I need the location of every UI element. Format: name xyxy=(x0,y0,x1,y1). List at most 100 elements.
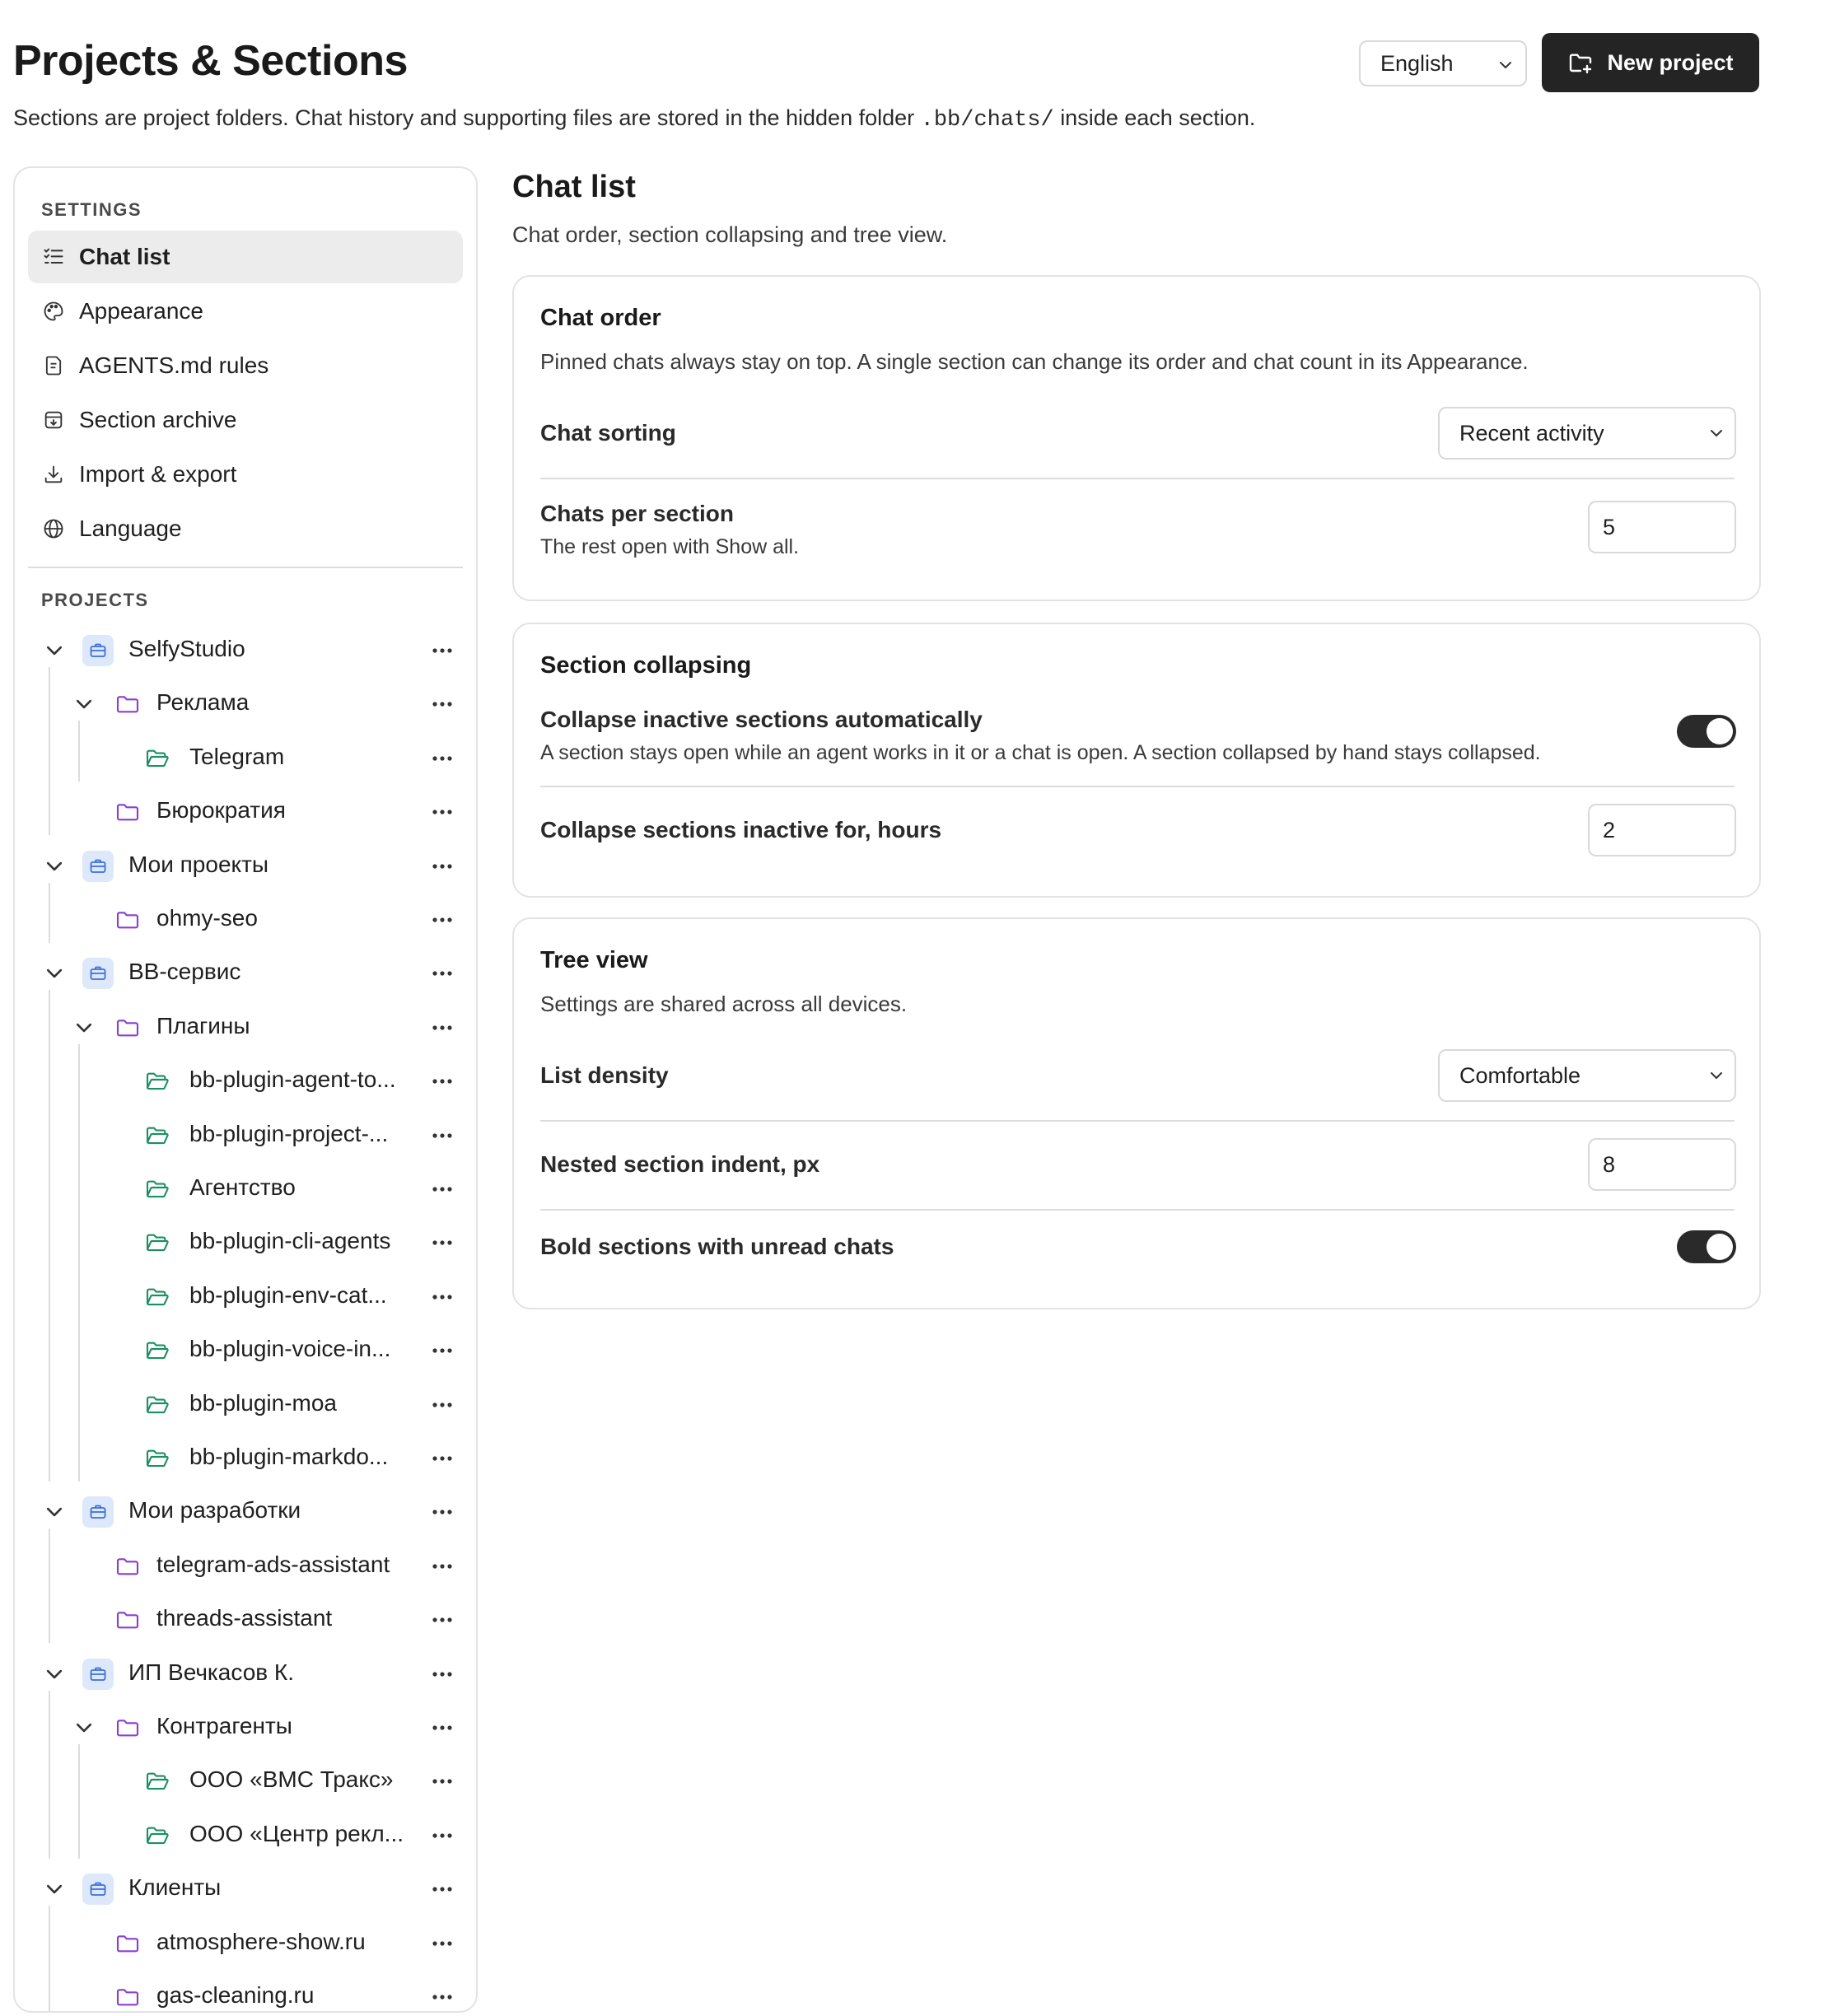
tree-section-row[interactable]: Бюрократия xyxy=(15,787,476,837)
chevron-down-icon[interactable] xyxy=(43,1500,66,1524)
folder-open-icon xyxy=(143,1444,171,1472)
tree-section-row[interactable]: ООО «Центр рекл... xyxy=(15,1811,476,1860)
more-options-icon[interactable] xyxy=(430,1446,455,1471)
tree-section-row[interactable]: Контрагенты xyxy=(15,1703,476,1752)
new-project-button[interactable]: New project xyxy=(1542,33,1759,92)
collapse-hours-label: Collapse sections inactive for, hours xyxy=(540,817,942,842)
more-options-icon[interactable] xyxy=(430,1069,455,1094)
more-options-icon[interactable] xyxy=(430,1500,455,1524)
briefcase-icon xyxy=(82,1658,114,1690)
more-options-icon[interactable] xyxy=(430,854,455,879)
more-options-icon[interactable] xyxy=(430,961,455,986)
tree-section-row[interactable]: Агентство xyxy=(15,1164,476,1214)
tree-item-label: bb-plugin-env-cat... xyxy=(189,1281,387,1308)
bold-unread-label: Bold sections with unread chats xyxy=(540,1234,894,1259)
briefcase-icon xyxy=(82,1496,114,1528)
tree-section-row[interactable]: atmosphere-show.ru xyxy=(15,1919,476,1968)
more-options-icon[interactable] xyxy=(430,1823,455,1848)
tree-project-row[interactable]: Клиенты xyxy=(15,1864,476,1914)
more-options-icon[interactable] xyxy=(430,1715,455,1740)
chevron-down-icon[interactable] xyxy=(43,639,66,662)
more-options-icon[interactable] xyxy=(430,1015,455,1040)
tree-section-row[interactable]: threads-assistant xyxy=(15,1595,476,1645)
chevron-down-icon[interactable] xyxy=(43,855,66,878)
tree-section-row[interactable]: bb-plugin-voice-in... xyxy=(15,1326,476,1375)
more-options-icon[interactable] xyxy=(430,746,455,771)
chevron-down-icon[interactable] xyxy=(72,1716,96,1739)
collapse-hours-input[interactable]: 2 xyxy=(1588,804,1736,856)
tree-item-label: bb-plugin-agent-to... xyxy=(189,1066,396,1093)
tree-item-label: Клиенты xyxy=(128,1874,222,1901)
nav-item-appearance[interactable]: Appearance xyxy=(28,285,463,338)
chevron-down-icon[interactable] xyxy=(43,1878,66,1901)
nav-item-import-export[interactable]: Import & export xyxy=(28,448,463,501)
toggle-knob xyxy=(1707,718,1733,744)
more-options-icon[interactable] xyxy=(430,800,455,824)
nav-item-label: Appearance xyxy=(79,298,204,324)
more-options-icon[interactable] xyxy=(430,1285,455,1309)
indent-input[interactable]: 8 xyxy=(1588,1138,1736,1191)
tree-section-row[interactable]: telegram-ads-assistant xyxy=(15,1542,476,1591)
more-options-icon[interactable] xyxy=(430,1608,455,1632)
more-options-icon[interactable] xyxy=(430,1230,455,1255)
more-options-icon[interactable] xyxy=(430,1985,455,2009)
tree-section-row[interactable]: gas-cleaning.ru xyxy=(15,1972,476,2011)
language-select[interactable]: English xyxy=(1359,40,1527,86)
chats-per-section-input[interactable]: 5 xyxy=(1588,501,1736,553)
more-options-icon[interactable] xyxy=(430,1877,455,1902)
chat-sorting-select[interactable]: Recent activity xyxy=(1438,407,1736,460)
more-options-icon[interactable] xyxy=(430,1177,455,1202)
more-options-icon[interactable] xyxy=(430,1769,455,1794)
tree-section-row[interactable]: Telegram xyxy=(15,734,476,783)
folder-icon xyxy=(114,1014,142,1042)
tree-section-row[interactable]: bb-plugin-markdo... xyxy=(15,1434,476,1483)
more-options-icon[interactable] xyxy=(430,1123,455,1148)
bold-unread-toggle[interactable] xyxy=(1677,1230,1736,1263)
tree-section-row[interactable]: bb-plugin-cli-agents xyxy=(15,1218,476,1267)
tree-project-row[interactable]: Мои проекты xyxy=(15,842,476,891)
list-checks-icon xyxy=(41,245,66,269)
nav-item-label: Section archive xyxy=(79,407,237,432)
more-options-icon[interactable] xyxy=(430,1338,455,1363)
tree-project-row[interactable]: ИП Вечкасов К. xyxy=(15,1650,476,1699)
chevron-down-icon[interactable] xyxy=(43,1663,66,1686)
more-options-icon[interactable] xyxy=(430,908,455,932)
nav-item-section-archive[interactable]: Section archive xyxy=(28,394,463,446)
page-title: Projects & Sections xyxy=(13,37,408,85)
auto-collapse-toggle[interactable] xyxy=(1677,715,1736,748)
globe-icon xyxy=(41,516,66,541)
list-density-label: List density xyxy=(540,1062,669,1088)
tree-section-row[interactable]: bb-plugin-moa xyxy=(15,1380,476,1430)
more-options-icon[interactable] xyxy=(430,1554,455,1579)
tree-project-row[interactable]: BB-сервис xyxy=(15,949,476,998)
tree-project-row[interactable]: SelfyStudio xyxy=(15,626,476,675)
nav-item-chat-list[interactable]: Chat list xyxy=(28,231,463,283)
nav-item-language[interactable]: Language xyxy=(28,502,463,555)
list-density-select[interactable]: Comfortable xyxy=(1438,1049,1736,1102)
tree-section-row[interactable]: ohmy-seo xyxy=(15,895,476,945)
more-options-icon[interactable] xyxy=(430,1931,455,1956)
more-options-icon[interactable] xyxy=(430,1393,455,1417)
archive-icon xyxy=(41,408,66,432)
tree-section-row[interactable]: bb-plugin-project-... xyxy=(15,1111,476,1160)
chevron-down-icon[interactable] xyxy=(72,693,96,716)
chevron-down-icon[interactable] xyxy=(43,962,66,985)
chat-order-card: Chat order Pinned chats always stay on t… xyxy=(512,275,1761,601)
row-divider xyxy=(540,786,1735,787)
tree-section-row[interactable]: bb-plugin-env-cat... xyxy=(15,1272,476,1322)
tree-item-label: bb-plugin-moa xyxy=(189,1389,337,1416)
auto-collapse-label: Collapse inactive sections automatically xyxy=(540,707,983,732)
more-options-icon[interactable] xyxy=(430,692,455,716)
more-options-icon[interactable] xyxy=(430,638,455,663)
nav-item-agents-rules[interactable]: AGENTS.md rules xyxy=(28,339,463,392)
tree-item-label: Агентство xyxy=(189,1174,296,1200)
chevron-down-icon[interactable] xyxy=(72,1016,96,1039)
folder-icon xyxy=(114,1606,142,1634)
tree-project-row[interactable]: Мои разработки xyxy=(15,1487,476,1537)
tree-item-label: bb-plugin-project-... xyxy=(189,1120,389,1146)
tree-section-row[interactable]: bb-plugin-agent-to... xyxy=(15,1057,476,1106)
tree-section-row[interactable]: Плагины xyxy=(15,1003,476,1052)
more-options-icon[interactable] xyxy=(430,1662,455,1687)
tree-section-row[interactable]: ООО «ВМС Тракс» xyxy=(15,1757,476,1806)
tree-section-row[interactable]: Реклама xyxy=(15,679,476,729)
